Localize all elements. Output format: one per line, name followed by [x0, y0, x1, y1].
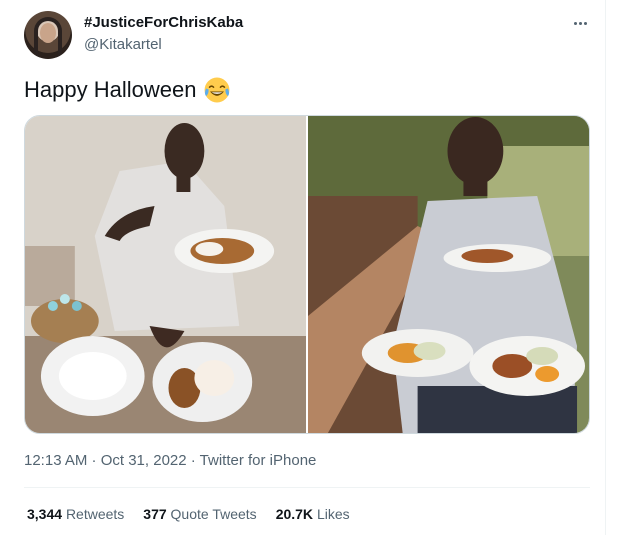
divider: [24, 487, 590, 488]
retweets-stat[interactable]: 3,344 Retweets: [27, 506, 124, 522]
tweet-text-row: Happy Halloween: [24, 76, 231, 104]
quote-tweets-label: Quote Tweets: [170, 506, 257, 522]
photo-man-eating[interactable]: [308, 116, 589, 433]
face-with-tears-of-joy-icon: [204, 77, 230, 103]
photo-woman-eating[interactable]: [25, 116, 306, 433]
likes-stat[interactable]: 20.7K Likes: [276, 506, 350, 522]
quote-tweets-count: 377: [143, 506, 167, 522]
tweet-timestamp[interactable]: 12:13 AM · Oct 31, 2022 · Twitter for iP…: [24, 452, 316, 469]
tweet-stats: 3,344 Retweets 377 Quote Tweets 20.7K Li…: [27, 506, 350, 522]
likes-label: Likes: [316, 506, 350, 522]
display-name[interactable]: #JusticeForChrisKaba: [84, 14, 243, 31]
tweet-card: #JusticeForChrisKaba @Kitakartel Happy H…: [0, 0, 606, 535]
tweet-media[interactable]: [24, 115, 590, 434]
tweet-text: Happy Halloween: [24, 77, 197, 102]
likes-count: 20.7K: [275, 506, 314, 522]
more-options-icon[interactable]: [566, 12, 594, 34]
user-handle[interactable]: @Kitakartel: [84, 36, 162, 53]
retweets-label: Retweets: [65, 506, 125, 522]
avatar[interactable]: [24, 11, 72, 59]
quote-tweets-stat[interactable]: 377 Quote Tweets: [143, 506, 256, 522]
avatar-face: [40, 23, 56, 43]
retweets-count: 3,344: [27, 506, 63, 522]
